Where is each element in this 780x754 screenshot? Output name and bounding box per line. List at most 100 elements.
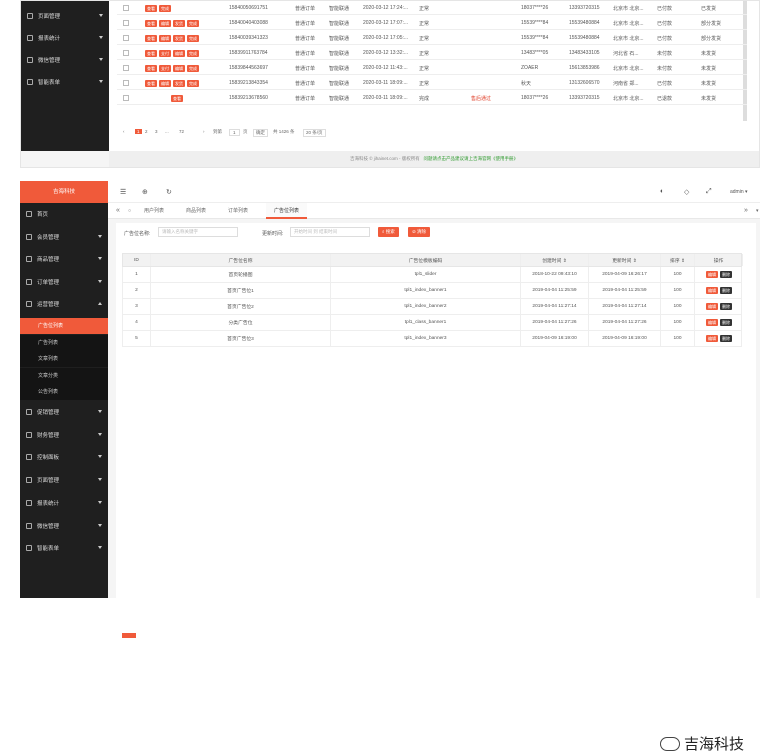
row-action-button[interactable]: 查看 [171, 95, 183, 102]
sidebar-item[interactable]: 促销管理 [20, 401, 108, 423]
sidebar-subitem[interactable]: 广告列表 [20, 334, 108, 351]
delete-button[interactable]: 删除 [720, 287, 732, 294]
name-search-input[interactable]: 请输入名称关键字 [158, 227, 238, 237]
row-action-button[interactable]: 发货 [173, 20, 185, 27]
cell-city: 北京市 北京... [613, 6, 644, 12]
row-action-button[interactable]: 编辑 [173, 65, 185, 72]
prev-page-icon[interactable]: ‹ [123, 129, 125, 134]
row-action-button[interactable]: 查看 [145, 80, 157, 87]
column-header[interactable]: 创建时间 ⇕ [521, 254, 589, 266]
sidebar-item[interactable]: 运营管理 [20, 293, 108, 315]
per-page-select[interactable]: 20 条/页 [303, 129, 326, 137]
row-checkbox[interactable] [123, 95, 129, 101]
sidebar-item-label: 报表统计 [37, 500, 60, 507]
row-checkbox[interactable] [123, 35, 129, 41]
jump-label: 到第 [213, 129, 222, 134]
sidebar-subitem[interactable]: 文章列表 [20, 351, 108, 367]
row-action-button[interactable]: 完成 [187, 35, 199, 42]
table-row: 2 首页广告位1 tpl1_index_banner1 2019-04-04 11:2… [122, 283, 742, 299]
search-button[interactable]: ⌕ 搜索 [378, 227, 399, 237]
column-header[interactable]: 排序 ⇕ [661, 254, 695, 266]
sidebar-item[interactable]: 微信管理 [20, 515, 108, 537]
theme-icon[interactable]: ◐ [660, 188, 664, 195]
sidebar-item[interactable]: 首页 [20, 203, 108, 225]
tab-item[interactable]: 商品列表 [178, 203, 214, 219]
row-action-button[interactable]: 完成 [159, 5, 171, 12]
sidebar-item[interactable]: 控制面板 [20, 446, 108, 468]
sidebar-subitem[interactable]: 广告位列表 [20, 318, 108, 334]
edit-button[interactable]: 编辑 [706, 319, 718, 326]
row-action-button[interactable]: 支付 [159, 50, 171, 57]
sidebar-item[interactable]: 订单管理 [20, 271, 108, 293]
row-checkbox[interactable] [123, 65, 129, 71]
edit-button[interactable]: 编辑 [706, 335, 718, 342]
row-action-button[interactable]: 完成 [187, 80, 199, 87]
row-action-button[interactable]: 编辑 [159, 20, 171, 27]
row-action-button[interactable]: 完成 [187, 65, 199, 72]
row-action-button[interactable]: 支付 [159, 65, 171, 72]
sidebar-item[interactable]: 页面管理 [20, 469, 108, 491]
sidebar-item[interactable]: 报表统计 [20, 492, 108, 514]
page-number[interactable]: 72 [179, 129, 184, 134]
sidebar-item[interactable]: 会员管理 [20, 226, 108, 248]
edit-button[interactable]: 编辑 [706, 271, 718, 278]
row-action-button[interactable]: 编辑 [159, 80, 171, 87]
sidebar-subitem[interactable]: 公告列表 [20, 384, 108, 400]
sidebar-item-label: 财务管理 [37, 432, 60, 439]
sidebar-item[interactable]: 智能表单 [20, 537, 108, 559]
reset-button[interactable]: ⊘ 清除 [408, 227, 431, 237]
row-action-button[interactable]: 完成 [187, 50, 199, 57]
top-sidebar-item[interactable]: 微信管理 [21, 49, 109, 71]
page-input[interactable]: 1 [229, 129, 240, 136]
refresh-icon[interactable]: ↻ [166, 188, 172, 196]
row-action-button[interactable]: 查看 [145, 35, 157, 42]
page-number[interactable]: 2 [145, 129, 148, 134]
page-number[interactable]: 1 [135, 129, 142, 134]
row-action-button[interactable]: 查看 [145, 5, 157, 12]
next-page-icon[interactable]: › [203, 129, 205, 134]
delete-button[interactable]: 删除 [720, 303, 732, 310]
row-checkbox[interactable] [123, 50, 129, 56]
column-header[interactable]: 更新时间 ⇕ [589, 254, 661, 266]
menu-toggle-icon[interactable]: ☰ [120, 188, 126, 196]
link-icon [27, 13, 33, 19]
tab-item[interactable]: 订单列表 [220, 203, 256, 219]
top-sidebar-item[interactable]: 智能表单 [21, 71, 109, 93]
row-action-button[interactable]: 完成 [187, 20, 199, 27]
globe-icon[interactable]: ⊕ [142, 188, 148, 196]
tag-icon[interactable]: ◇ [684, 188, 689, 196]
tab-item[interactable]: 广告位列表 [266, 203, 308, 219]
cell-status: 正常 [419, 6, 430, 12]
page-number[interactable]: 3 [155, 129, 158, 134]
delete-button[interactable]: 删除 [720, 319, 732, 326]
confirm-button[interactable]: 确定 [253, 129, 268, 137]
tab-item[interactable]: 用户列表 [136, 203, 172, 219]
delete-button[interactable]: 删除 [720, 271, 732, 278]
row-action-button[interactable]: 查看 [145, 20, 157, 27]
tab-menu-icon[interactable]: ▾ [748, 203, 767, 219]
edit-button[interactable]: 编辑 [706, 303, 718, 310]
row-checkbox[interactable] [123, 80, 129, 86]
page-number[interactable]: ... [165, 129, 169, 134]
user-menu[interactable]: admin ▾ [730, 189, 748, 195]
row-action-button[interactable]: 编辑 [159, 35, 171, 42]
sidebar-item[interactable]: 财务管理 [20, 424, 108, 446]
row-checkbox[interactable] [123, 5, 129, 11]
row-action-button[interactable]: 查看 [145, 50, 157, 57]
fullscreen-icon[interactable]: ⤢ [706, 188, 712, 196]
edit-button[interactable]: 编辑 [706, 287, 718, 294]
row-action-button[interactable]: 发货 [173, 80, 185, 87]
row-action-button[interactable]: 发货 [173, 35, 185, 42]
sidebar-subitem[interactable]: 文章分类 [20, 367, 108, 384]
time-range-input[interactable]: 开始时间 到 结束时间 [290, 227, 370, 237]
sidebar-item[interactable]: 商品管理 [20, 248, 108, 270]
manual-link[interactable]: 问题请点击产品建议请上吉海官网《使用手册》 [424, 156, 519, 161]
row-checkbox[interactable] [123, 20, 129, 26]
top-sidebar-item[interactable]: 页面管理 [21, 5, 109, 27]
column-header: 广告位模板编码 [331, 254, 521, 266]
top-sidebar-item[interactable]: 报表统计 [21, 27, 109, 49]
row-action-button[interactable]: 查看 [145, 65, 157, 72]
delete-button[interactable]: 删除 [720, 335, 732, 342]
row-action-button[interactable]: 编辑 [173, 50, 185, 57]
logo[interactable]: 吉海科技 [20, 181, 108, 203]
